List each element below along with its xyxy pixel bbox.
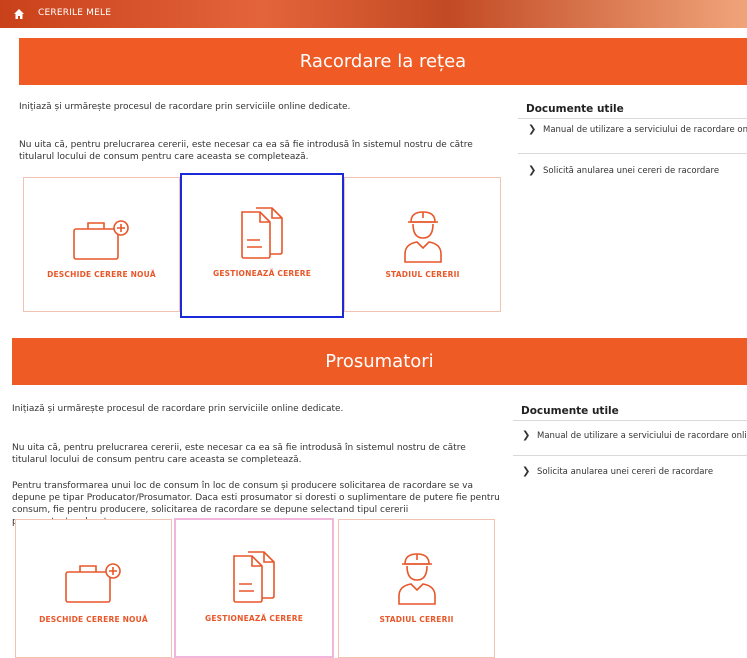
section2-note-text: Nu uita că, pentru prelucrarea cererii, … (12, 443, 466, 465)
documents-icon (241, 207, 283, 259)
doc-link-anulare[interactable]: ❯ Solicită anularea unei cereri de racor… (528, 165, 719, 176)
breadcrumb-cererile-mele[interactable]: CERERILE MELE (38, 8, 111, 18)
card-stadiul-cererii[interactable]: STADIUL CERERII (338, 519, 495, 658)
top-navigation-bar: CERERILE MELE (0, 0, 747, 28)
doc-link-manual[interactable]: ❯ Manual de utilizare a serviciului de r… (522, 430, 747, 441)
section1-note-text: Nu uita că, pentru prelucrarea cererii, … (19, 140, 473, 162)
section-banner-racordare: Racordare la rețea (19, 38, 747, 85)
section2-intro-text: Inițiază și urmărește procesul de racord… (12, 404, 344, 414)
card-label: STADIUL CERERII (385, 270, 460, 279)
doc-link-label: Solicită anularea unei cereri de racorda… (543, 165, 720, 176)
chevron-right-icon: ❯ (528, 165, 537, 176)
card-label: DESCHIDE CERERE NOUĂ (39, 615, 148, 624)
documents-icon (233, 551, 275, 603)
card-stadiul-cererii[interactable]: STADIUL CERERII (344, 177, 501, 312)
card-gestioneaza-cerere[interactable]: GESTIONEAZĂ CERERE (174, 518, 334, 658)
section1-intro-text: Inițiază și urmărește procesul de racord… (19, 102, 351, 112)
divider (518, 153, 747, 154)
section-banner-prosumatori: Prosumatori (12, 338, 747, 385)
card-label: DESCHIDE CERERE NOUĂ (47, 270, 156, 279)
card-label: STADIUL CERERII (379, 615, 454, 624)
briefcase-add-icon (64, 563, 121, 603)
doc-link-manual[interactable]: ❯ Manual de utilizare a serviciului de r… (528, 124, 747, 135)
worker-icon (403, 211, 442, 263)
card-deschide-cerere-noua[interactable]: DESCHIDE CERERE NOUĂ (15, 519, 172, 658)
chevron-right-icon: ❯ (522, 430, 531, 441)
briefcase-add-icon (72, 220, 129, 260)
doc-link-label: Manual de utilizare a serviciului de rac… (537, 430, 747, 441)
card-gestioneaza-cerere[interactable]: GESTIONEAZĂ CERERE (180, 173, 344, 318)
divider (518, 118, 747, 119)
chevron-right-icon: ❯ (522, 466, 531, 477)
worker-icon (397, 553, 436, 605)
card-label: GESTIONEAZĂ CERERE (204, 614, 304, 623)
section1-docs-title: Documente utile (526, 103, 624, 115)
doc-link-label: Solicita anularea unei cereri de racorda… (537, 466, 714, 477)
section2-docs-title: Documente utile (521, 405, 619, 417)
divider (513, 420, 747, 421)
divider (513, 455, 747, 456)
doc-link-anulare[interactable]: ❯ Solicita anularea unei cereri de racor… (522, 466, 713, 477)
home-icon[interactable] (13, 8, 25, 20)
card-label: GESTIONEAZĂ CERERE (212, 269, 312, 278)
doc-link-label: Manual de utilizare a serviciului de rac… (543, 124, 747, 135)
card-deschide-cerere-noua[interactable]: DESCHIDE CERERE NOUĂ (23, 177, 180, 312)
chevron-right-icon: ❯ (528, 124, 537, 135)
